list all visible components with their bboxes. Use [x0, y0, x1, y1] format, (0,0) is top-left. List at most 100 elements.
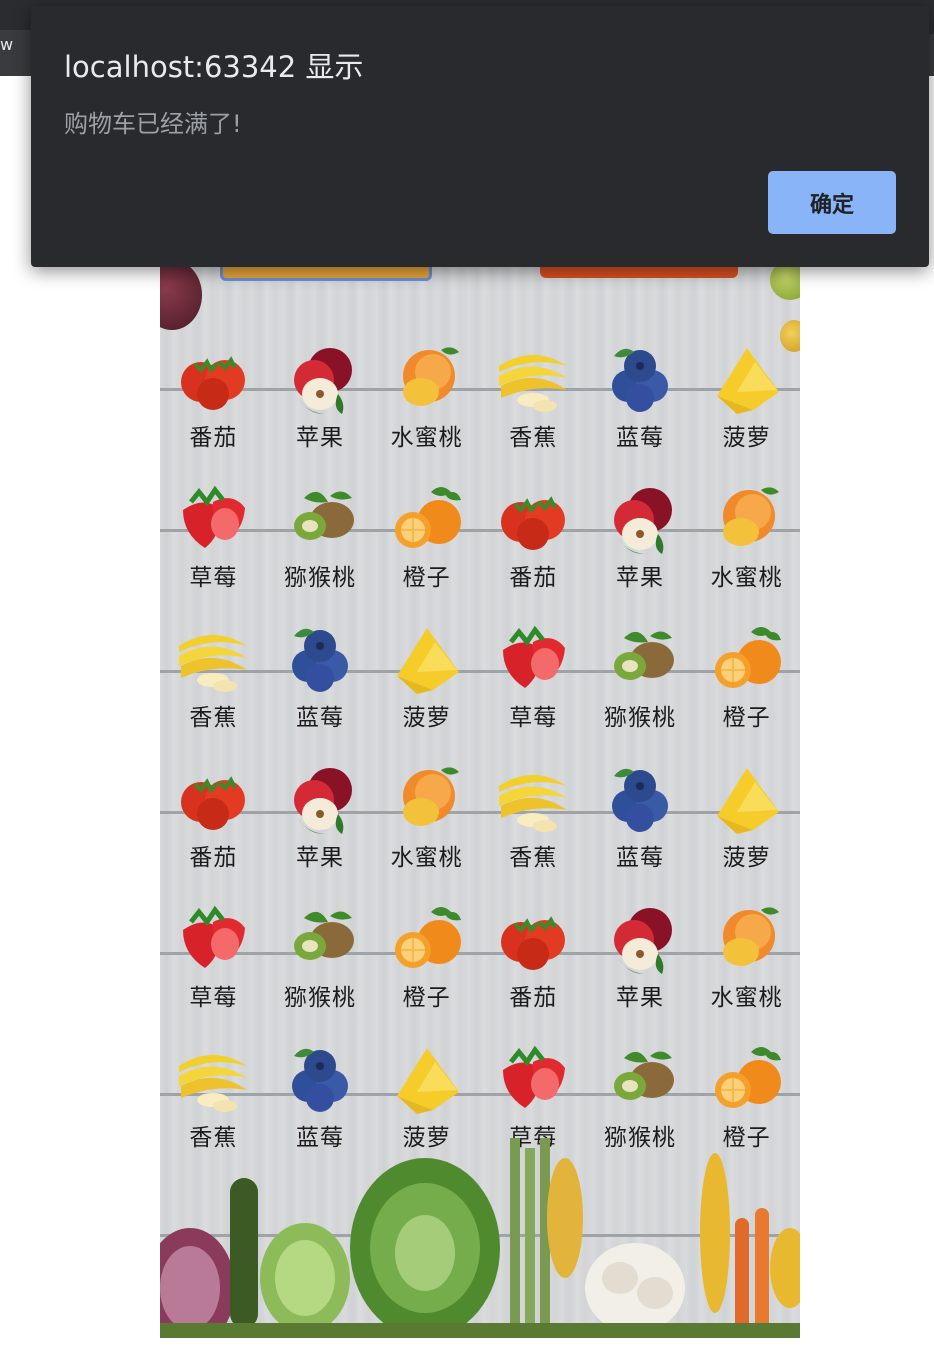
strawberry-icon[interactable]: [173, 896, 253, 976]
kiwi-icon[interactable]: [600, 616, 680, 696]
banana-icon[interactable]: [173, 1036, 253, 1116]
peach-icon[interactable]: [387, 336, 467, 416]
fruit-item[interactable]: 橙子: [373, 890, 480, 1030]
tomato-icon[interactable]: [493, 896, 573, 976]
fruit-name-label: 橙子: [402, 565, 451, 591]
pineapple-icon[interactable]: [707, 336, 787, 416]
fruit-item[interactable]: 番茄: [160, 750, 267, 890]
fruit-name-label: 橙子: [402, 985, 451, 1011]
fruit-item[interactable]: 番茄: [160, 330, 267, 470]
peach-icon[interactable]: [387, 756, 467, 836]
fruit-name-label: 菠萝: [402, 705, 451, 731]
fruit-item[interactable]: 番茄: [480, 470, 587, 610]
strawberry-icon[interactable]: [173, 476, 253, 556]
fruit-name-label: 猕猴桃: [283, 565, 356, 591]
dialog-title: localhost:63342 显示: [64, 50, 364, 84]
orange-icon[interactable]: [707, 1036, 787, 1116]
fruit-item[interactable]: 橙子: [373, 470, 480, 610]
strawberry-icon[interactable]: [493, 1036, 573, 1116]
fruit-item[interactable]: 番茄: [480, 890, 587, 1030]
fruit-name-label: 香蕉: [509, 425, 558, 451]
fruit-name-label: 苹果: [295, 845, 344, 871]
fruit-name-label: 蓝莓: [615, 425, 664, 451]
fruit-name-label: 草莓: [189, 985, 238, 1011]
fruit-item[interactable]: 蓝莓: [587, 750, 694, 890]
blueberry-icon[interactable]: [600, 756, 680, 836]
fruit-name-label: 猕猴桃: [603, 705, 676, 731]
fruit-item[interactable]: 猕猴桃: [267, 890, 374, 1030]
fruit-name-label: 苹果: [615, 985, 664, 1011]
fruit-name-label: 水蜜桃: [710, 565, 783, 591]
blueberry-icon[interactable]: [280, 616, 360, 696]
orange-icon[interactable]: [387, 476, 467, 556]
browser-tab-label: w: [0, 35, 14, 54]
fruit-item[interactable]: 草莓: [480, 610, 587, 750]
pineapple-icon[interactable]: [707, 756, 787, 836]
fruit-item[interactable]: 蓝莓: [267, 610, 374, 750]
fruit-name-label: 猕猴桃: [283, 985, 356, 1011]
fruit-item[interactable]: 菠萝: [693, 330, 800, 470]
pineapple-icon[interactable]: [387, 1036, 467, 1116]
fruit-item[interactable]: 菠萝: [373, 610, 480, 750]
peach-icon[interactable]: [707, 896, 787, 976]
apple-icon[interactable]: [280, 756, 360, 836]
orange-icon[interactable]: [707, 616, 787, 696]
blueberry-icon[interactable]: [280, 1036, 360, 1116]
fruit-name-label: 香蕉: [189, 705, 238, 731]
fruit-name-label: 草莓: [189, 565, 238, 591]
kiwi-icon[interactable]: [280, 896, 360, 976]
fruit-item[interactable]: 苹果: [587, 890, 694, 1030]
fruit-item[interactable]: 蓝莓: [587, 330, 694, 470]
fruit-name-label: 番茄: [189, 845, 238, 871]
dialog-ok-button[interactable]: 确定: [768, 171, 896, 234]
banana-icon[interactable]: [493, 756, 573, 836]
vegetable-border-image: [160, 1138, 800, 1338]
kiwi-icon[interactable]: [600, 1036, 680, 1116]
fruit-name-label: 蓝莓: [295, 705, 344, 731]
banana-icon[interactable]: [173, 616, 253, 696]
fruit-name-label: 番茄: [189, 425, 238, 451]
pineapple-icon[interactable]: [387, 616, 467, 696]
fruit-item[interactable]: 香蕉: [480, 750, 587, 890]
fruit-name-label: 水蜜桃: [710, 985, 783, 1011]
orange-icon[interactable]: [387, 896, 467, 976]
fruit-item[interactable]: 香蕉: [160, 610, 267, 750]
blueberry-icon[interactable]: [600, 336, 680, 416]
fruit-name-label: 香蕉: [509, 845, 558, 871]
grape-decoration-icon: [160, 260, 202, 330]
fruit-item[interactable]: 苹果: [587, 470, 694, 610]
fruit-name-label: 蓝莓: [615, 845, 664, 871]
kiwi-icon[interactable]: [280, 476, 360, 556]
fruit-grid: 番茄 苹果 水蜜桃 香蕉 蓝莓 菠萝 草莓 猕猴桃 橙子 番茄 苹果 水蜜桃 香蕉 蓝莓 菠萝 草莓 猕猴桃 橙子…: [160, 330, 800, 1170]
fruit-item[interactable]: 苹果: [267, 750, 374, 890]
alert-dialog: localhost:63342 显示 购物车已经满了! 确定: [31, 6, 929, 267]
fruit-item[interactable]: 菠萝: [693, 750, 800, 890]
tomato-icon[interactable]: [173, 756, 253, 836]
tomato-icon[interactable]: [173, 336, 253, 416]
fruit-item[interactable]: 猕猴桃: [267, 470, 374, 610]
fruit-name-label: 番茄: [509, 985, 558, 1011]
fruit-item[interactable]: 猕猴桃: [587, 610, 694, 750]
fruit-item[interactable]: 橙子: [693, 610, 800, 750]
peach-icon[interactable]: [707, 476, 787, 556]
fruit-name-label: 苹果: [615, 565, 664, 591]
fruit-item[interactable]: 苹果: [267, 330, 374, 470]
apple-icon[interactable]: [600, 896, 680, 976]
strawberry-icon[interactable]: [493, 616, 573, 696]
fruit-name-label: 草莓: [509, 705, 558, 731]
fruit-item[interactable]: 水蜜桃: [693, 470, 800, 610]
banana-icon[interactable]: [493, 336, 573, 416]
fruit-item[interactable]: 水蜜桃: [373, 750, 480, 890]
fruit-item[interactable]: 水蜜桃: [693, 890, 800, 1030]
fruit-item[interactable]: 草莓: [160, 890, 267, 1030]
fruit-item[interactable]: 香蕉: [480, 330, 587, 470]
tomato-icon[interactable]: [493, 476, 573, 556]
fruit-item[interactable]: 草莓: [160, 470, 267, 610]
fruit-name-label: 菠萝: [722, 425, 771, 451]
fruit-name-label: 橙子: [722, 705, 771, 731]
fruit-name-label: 苹果: [295, 425, 344, 451]
fruit-item[interactable]: 水蜜桃: [373, 330, 480, 470]
apple-icon[interactable]: [280, 336, 360, 416]
fruit-name-label: 菠萝: [722, 845, 771, 871]
apple-icon[interactable]: [600, 476, 680, 556]
